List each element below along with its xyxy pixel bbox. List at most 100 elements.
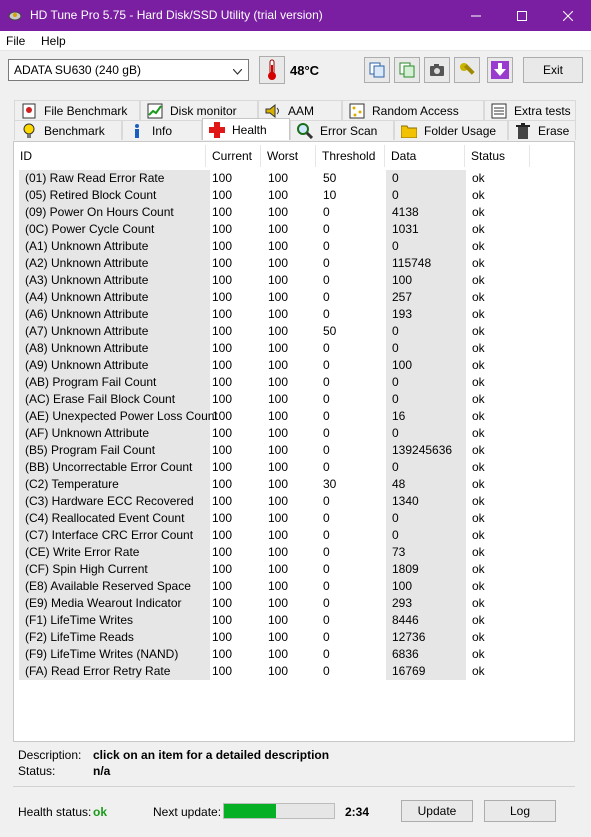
- attribute-data: 115748: [386, 255, 466, 272]
- table-row[interactable]: (C4) Reallocated Event Count 100 100 0 0 ok: [14, 510, 574, 527]
- menu-help[interactable]: Help: [41, 34, 66, 48]
- attribute-id: (A9) Unknown Attribute: [19, 357, 210, 374]
- table-row[interactable]: (A2) Unknown Attribute 100 100 0 115748 ok: [14, 255, 574, 272]
- tab-benchmark[interactable]: Benchmark: [14, 120, 122, 140]
- attribute-id: (C3) Hardware ECC Recovered: [19, 493, 210, 510]
- table-row[interactable]: (F9) LifeTime Writes (NAND) 100 100 0 6836 ok: [14, 646, 574, 663]
- attribute-data: 0: [386, 391, 466, 408]
- table-row[interactable]: (CE) Write Error Rate 100 100 0 73 ok: [14, 544, 574, 561]
- maximize-button[interactable]: [499, 0, 545, 31]
- attribute-id: (AC) Erase Fail Block Count: [19, 391, 210, 408]
- table-row[interactable]: (AF) Unknown Attribute 100 100 0 0 ok: [14, 425, 574, 442]
- speaker-icon: [265, 103, 281, 119]
- table-row[interactable]: (AE) Unexpected Power Loss Count 100 100 0 1…: [14, 408, 574, 425]
- list-header: ID Current Worst Threshold Data Status: [14, 145, 574, 167]
- table-row[interactable]: (A7) Unknown Attribute 100 100 50 0 ok: [14, 323, 574, 340]
- attribute-worst: 100: [268, 341, 289, 355]
- column-header-status[interactable]: Status: [465, 145, 530, 167]
- attribute-data: 0: [386, 187, 466, 204]
- attribute-status: ok: [472, 494, 485, 508]
- update-button[interactable]: Update: [401, 800, 473, 822]
- next-update-label: Next update:: [153, 805, 222, 819]
- attribute-id: (F9) LifeTime Writes (NAND): [19, 646, 210, 663]
- table-row[interactable]: (A4) Unknown Attribute 100 100 0 257 ok: [14, 289, 574, 306]
- minimize-button[interactable]: [453, 0, 499, 31]
- menu-file[interactable]: File: [6, 34, 25, 48]
- attribute-id: (F1) LifeTime Writes: [19, 612, 210, 629]
- description-value: click on an item for a detailed descript…: [93, 748, 330, 762]
- attribute-id: (AE) Unexpected Power Loss Count: [19, 408, 218, 425]
- table-row[interactable]: (A6) Unknown Attribute 100 100 0 193 ok: [14, 306, 574, 323]
- attribute-status: ok: [472, 443, 485, 457]
- screenshot-button[interactable]: [424, 57, 450, 83]
- extra-tests-icon: [491, 103, 507, 119]
- table-row[interactable]: (AC) Erase Fail Block Count 100 100 0 0 ok: [14, 391, 574, 408]
- exit-button[interactable]: Exit: [523, 57, 583, 83]
- table-row[interactable]: (B5) Program Fail Count 100 100 0 139245636 o…: [14, 442, 574, 459]
- drive-select[interactable]: ADATA SU630 (240 gB): [8, 59, 249, 81]
- attribute-status: ok: [472, 307, 485, 321]
- copy-text-button[interactable]: [364, 57, 390, 83]
- attribute-status: ok: [472, 528, 485, 542]
- table-row[interactable]: (0C) Power Cycle Count 100 100 0 1031 ok: [14, 221, 574, 238]
- save-button[interactable]: [487, 57, 513, 83]
- table-row[interactable]: (09) Power On Hours Count 100 100 0 4138 ok: [14, 204, 574, 221]
- footer-divider: [13, 786, 575, 787]
- log-button[interactable]: Log: [484, 800, 556, 822]
- attribute-threshold: 0: [323, 647, 330, 661]
- tab-error-scan[interactable]: Error Scan: [290, 120, 394, 140]
- tab-disk-monitor[interactable]: Disk monitor: [140, 100, 258, 120]
- column-header-worst[interactable]: Worst: [261, 145, 316, 167]
- tab-aam[interactable]: AAM: [258, 100, 342, 120]
- attribute-status: ok: [472, 409, 485, 423]
- attribute-worst: 100: [268, 460, 289, 474]
- column-header-threshold[interactable]: Threshold: [316, 145, 385, 167]
- folder-icon: [401, 123, 417, 139]
- table-row[interactable]: (AB) Program Fail Count 100 100 0 0 ok: [14, 374, 574, 391]
- attribute-worst: 100: [268, 188, 289, 202]
- table-row[interactable]: (BB) Uncorrectable Error Count 100 100 0 0 ok: [14, 459, 574, 476]
- table-row[interactable]: (C2) Temperature 100 100 30 48 ok: [14, 476, 574, 493]
- tab-info[interactable]: Info: [122, 120, 202, 140]
- attribute-status: ok: [472, 545, 485, 559]
- attribute-threshold: 0: [323, 460, 330, 474]
- tab-extra-tests[interactable]: Extra tests: [484, 100, 576, 120]
- attribute-id: (E9) Media Wearout Indicator: [19, 595, 210, 612]
- table-row[interactable]: (E9) Media Wearout Indicator 100 100 0 293 ok: [14, 595, 574, 612]
- attribute-data: 100: [386, 357, 466, 374]
- smart-attribute-list[interactable]: ID Current Worst Threshold Data Status (…: [13, 141, 575, 742]
- wrench-icon: [460, 63, 475, 75]
- attribute-data: 0: [386, 459, 466, 476]
- close-button[interactable]: [545, 0, 591, 31]
- attribute-worst: 100: [268, 494, 289, 508]
- attribute-id: (09) Power On Hours Count: [19, 204, 210, 221]
- table-row[interactable]: (05) Retired Block Count 100 100 10 0 ok: [14, 187, 574, 204]
- table-row[interactable]: (01) Raw Read Error Rate 100 100 50 0 ok: [14, 170, 574, 187]
- tab-health[interactable]: Health: [202, 118, 290, 140]
- attribute-threshold: 30: [323, 477, 337, 491]
- options-button[interactable]: [454, 57, 480, 83]
- table-row[interactable]: (C3) Hardware ECC Recovered 100 100 0 1340 ok: [14, 493, 574, 510]
- attribute-threshold: 0: [323, 426, 330, 440]
- table-row[interactable]: (CF) Spin High Current 100 100 0 1809 ok: [14, 561, 574, 578]
- table-row[interactable]: (F2) LifeTime Reads 100 100 0 12736 ok: [14, 629, 574, 646]
- column-header-id[interactable]: ID: [14, 145, 206, 167]
- column-header-data[interactable]: Data: [385, 145, 465, 167]
- table-row[interactable]: (F1) LifeTime Writes 100 100 0 8446 ok: [14, 612, 574, 629]
- table-row[interactable]: (A9) Unknown Attribute 100 100 0 100 ok: [14, 357, 574, 374]
- table-row[interactable]: (A1) Unknown Attribute 100 100 0 0 ok: [14, 238, 574, 255]
- attribute-data: 193: [386, 306, 466, 323]
- table-row[interactable]: (FA) Read Error Retry Rate 100 100 0 16769 ok: [14, 663, 574, 680]
- attribute-current: 100: [212, 341, 233, 355]
- tab-folder-usage[interactable]: Folder Usage: [394, 120, 508, 140]
- column-header-current[interactable]: Current: [206, 145, 261, 167]
- tab-file-benchmark[interactable]: File Benchmark: [14, 100, 140, 120]
- tab-random-access[interactable]: Random Access: [342, 100, 484, 120]
- copy-screenshot-button[interactable]: [394, 57, 420, 83]
- table-row[interactable]: (E8) Available Reserved Space 100 100 0 100 o…: [14, 578, 574, 595]
- attribute-current: 100: [212, 494, 233, 508]
- table-row[interactable]: (C7) Interface CRC Error Count 100 100 0 0 ok: [14, 527, 574, 544]
- table-row[interactable]: (A8) Unknown Attribute 100 100 0 0 ok: [14, 340, 574, 357]
- tab-erase[interactable]: Erase: [508, 120, 576, 140]
- table-row[interactable]: (A3) Unknown Attribute 100 100 0 100 ok: [14, 272, 574, 289]
